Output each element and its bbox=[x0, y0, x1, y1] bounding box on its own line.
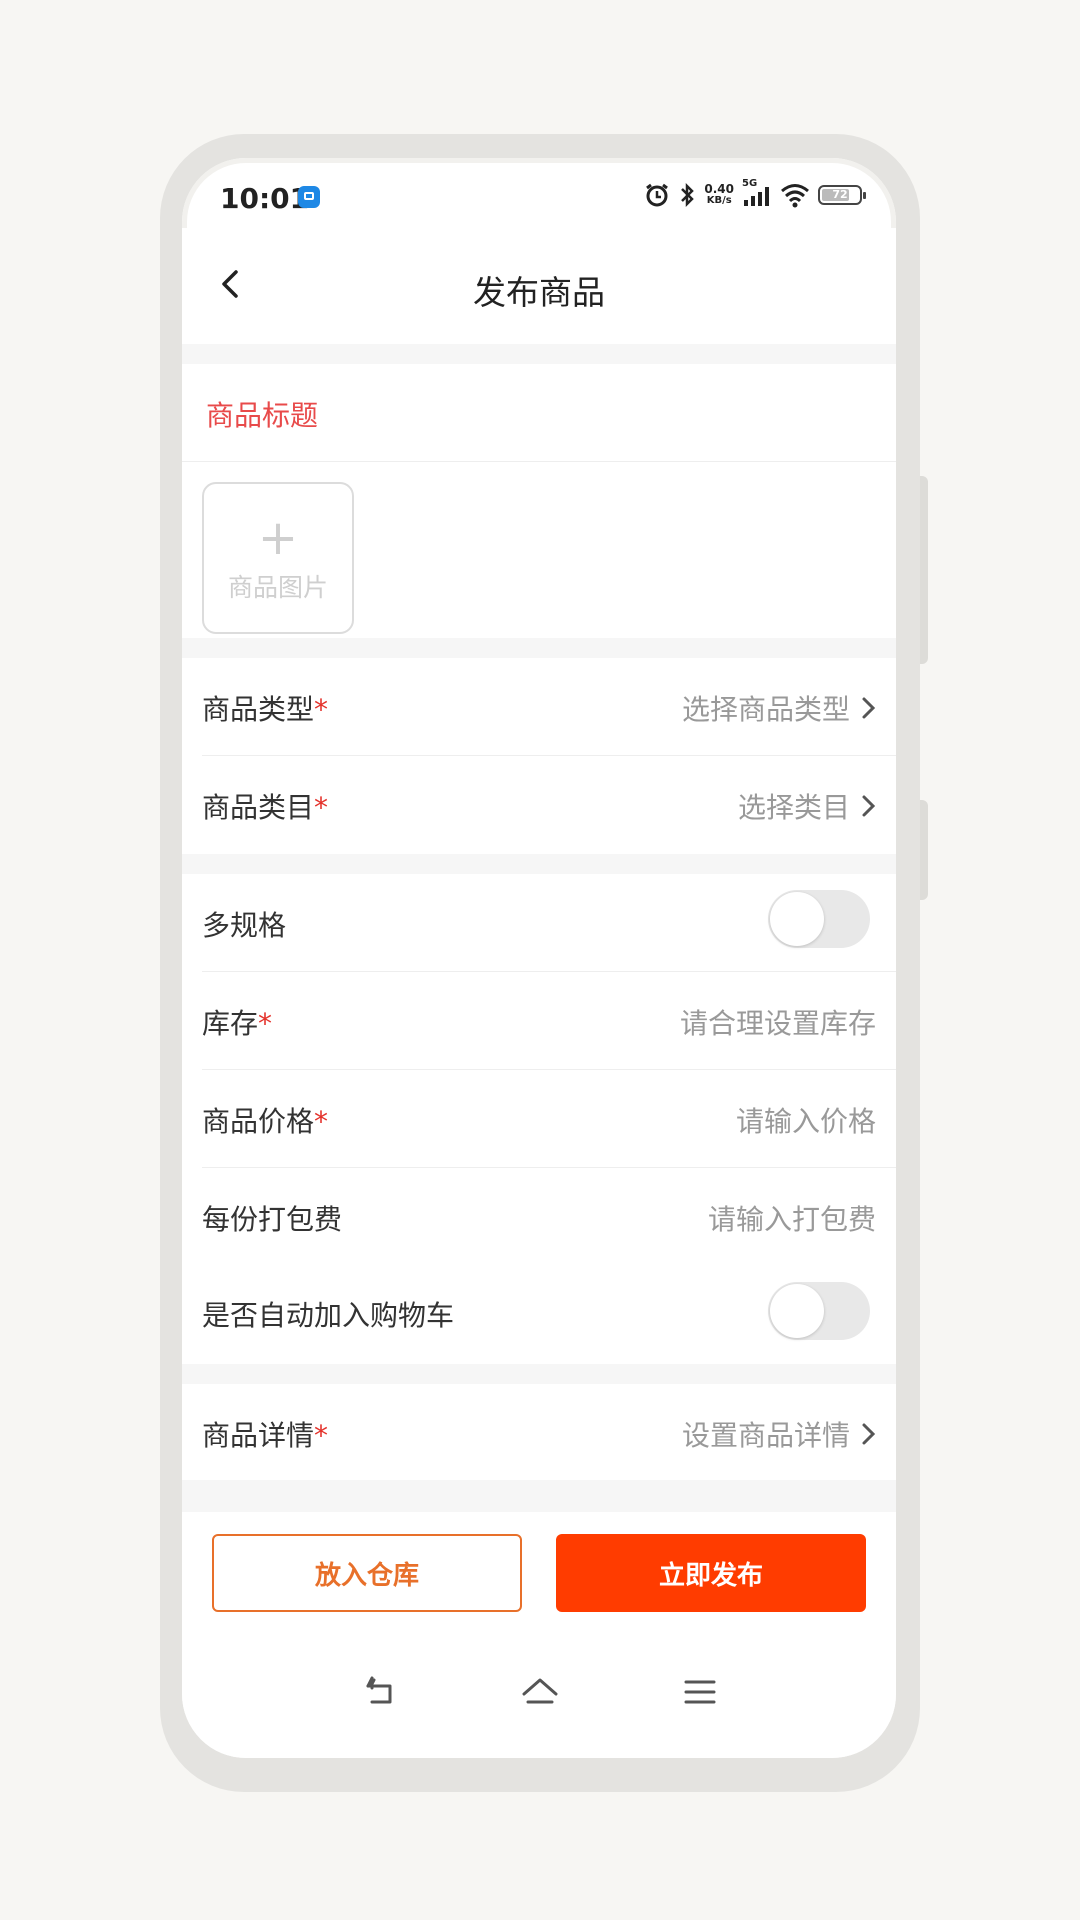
status-icons: 0.40 KB/s 5G 72 bbox=[644, 178, 866, 208]
status-bar: 10:01 0.40 KB/s 5G 72 bbox=[182, 158, 896, 228]
power-button bbox=[920, 800, 928, 900]
chevron-right-icon bbox=[862, 697, 876, 719]
status-time: 10:01 bbox=[220, 182, 310, 215]
packing-fee-placeholder: 请输入打包费 bbox=[707, 1203, 876, 1236]
price-input[interactable]: 请输入价格 bbox=[736, 1100, 876, 1140]
save-to-warehouse-button[interactable]: 放入仓库 bbox=[212, 1534, 522, 1612]
nav-bar: 发布商品 bbox=[182, 228, 896, 344]
product-detail-placeholder: 设置商品详情 bbox=[681, 1419, 850, 1452]
alarm-icon bbox=[646, 183, 669, 207]
auto-cart-toggle[interactable] bbox=[768, 1282, 870, 1340]
add-photo-button[interactable]: + 商品图片 bbox=[202, 482, 354, 634]
wifi-icon bbox=[781, 184, 809, 208]
notification-app-icon bbox=[298, 186, 320, 208]
stock-label: 库存* bbox=[202, 1007, 273, 1040]
network-speed-value: 0.40 bbox=[704, 182, 734, 196]
required-mark: * bbox=[314, 1105, 329, 1138]
system-nav-bar bbox=[182, 1632, 896, 1758]
price-placeholder: 请输入价格 bbox=[735, 1105, 876, 1138]
home-icon[interactable] bbox=[520, 1672, 560, 1712]
product-title-placeholder: 商品标题 bbox=[206, 399, 319, 432]
product-category-label: 商品类目* bbox=[202, 791, 329, 824]
required-mark: * bbox=[258, 1007, 273, 1040]
section-gap bbox=[182, 1364, 896, 1384]
required-mark: * bbox=[314, 693, 329, 726]
product-category-row[interactable]: 商品类目* 选择类目 bbox=[182, 756, 896, 854]
stock-row: 库存* 请合理设置库存 bbox=[182, 972, 896, 1070]
stock-input[interactable]: 请合理设置库存 bbox=[680, 1002, 876, 1042]
price-row: 商品价格* 请输入价格 bbox=[182, 1070, 896, 1168]
multi-spec-label: 多规格 bbox=[202, 909, 287, 942]
volume-button bbox=[920, 476, 928, 664]
chevron-right-icon bbox=[862, 1423, 876, 1445]
required-mark: * bbox=[314, 791, 329, 824]
product-type-placeholder: 选择商品类型 bbox=[681, 693, 850, 726]
cellular-signal-icon: 5G bbox=[742, 178, 772, 208]
plus-icon: + bbox=[257, 510, 299, 566]
menu-icon[interactable] bbox=[680, 1672, 720, 1712]
auto-cart-row: 是否自动加入购物车 bbox=[182, 1266, 896, 1364]
battery-level: 72 bbox=[832, 188, 848, 201]
action-bar: 放入仓库 立即发布 bbox=[182, 1512, 896, 1632]
product-detail-label: 商品详情* bbox=[202, 1419, 329, 1452]
packing-fee-input[interactable]: 请输入打包费 bbox=[708, 1198, 876, 1238]
product-type-value: 选择商品类型 bbox=[682, 688, 878, 728]
multi-spec-toggle[interactable] bbox=[768, 890, 870, 948]
packing-fee-label: 每份打包费 bbox=[202, 1203, 343, 1236]
publish-now-button[interactable]: 立即发布 bbox=[556, 1534, 866, 1612]
battery-icon: 72 bbox=[818, 185, 866, 205]
required-mark: * bbox=[314, 1419, 329, 1452]
photo-section: + 商品图片 bbox=[182, 462, 896, 638]
section-gap bbox=[182, 854, 896, 874]
price-label: 商品价格* bbox=[202, 1105, 329, 1138]
section-gap bbox=[182, 638, 896, 658]
chevron-right-icon bbox=[862, 795, 876, 817]
phone-screen: 10:01 0.40 KB/s 5G 72 发布商品 商品标题 + 商品图片 商… bbox=[182, 158, 896, 1758]
page-title: 发布商品 bbox=[473, 273, 605, 312]
network-speed: 0.40 KB/s bbox=[704, 183, 734, 207]
product-type-label: 商品类型* bbox=[202, 693, 329, 726]
bluetooth-icon bbox=[681, 182, 695, 208]
stock-placeholder: 请合理设置库存 bbox=[679, 1007, 876, 1040]
product-type-row[interactable]: 商品类型* 选择商品类型 bbox=[182, 658, 896, 756]
product-title-input[interactable]: 商品标题 bbox=[182, 364, 896, 462]
packing-fee-row: 每份打包费 请输入打包费 bbox=[182, 1168, 896, 1266]
section-gap bbox=[182, 1480, 896, 1512]
product-category-placeholder: 选择类目 bbox=[737, 791, 850, 824]
product-category-value: 选择类目 bbox=[738, 786, 878, 826]
section-gap bbox=[182, 344, 896, 364]
product-detail-row[interactable]: 商品详情* 设置商品详情 bbox=[182, 1384, 896, 1480]
network-speed-unit: KB/s bbox=[706, 195, 732, 206]
add-photo-label: 商品图片 bbox=[227, 573, 328, 602]
product-detail-value: 设置商品详情 bbox=[682, 1414, 878, 1454]
multi-spec-row: 多规格 bbox=[182, 874, 896, 972]
back-gesture-icon[interactable] bbox=[360, 1672, 400, 1712]
auto-cart-label: 是否自动加入购物车 bbox=[202, 1299, 455, 1332]
